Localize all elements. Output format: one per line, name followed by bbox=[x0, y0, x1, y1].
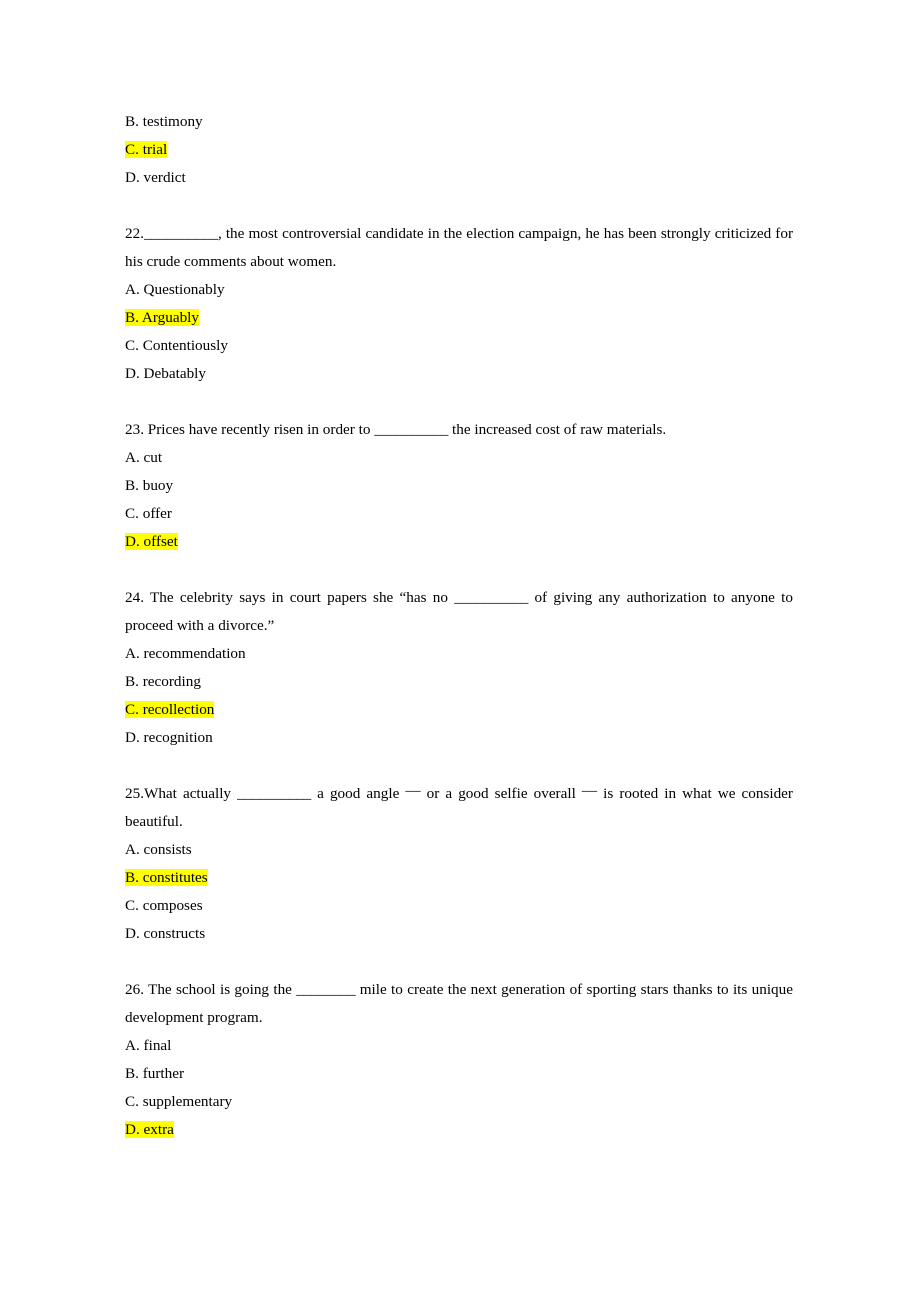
question-stem: 26. The school is going the ________ mil… bbox=[125, 976, 793, 1032]
option-label: A. final bbox=[125, 1037, 172, 1054]
answer-blank: __________ bbox=[454, 589, 529, 606]
option-row: A. Questionably bbox=[125, 276, 793, 304]
answer-blank: ________ bbox=[296, 981, 356, 998]
option-row: D. offset bbox=[125, 528, 793, 556]
option-row: B. Arguably bbox=[125, 304, 793, 332]
question-stem-text: , the most controversial candidate in th… bbox=[125, 225, 793, 270]
option-row: C. recollection bbox=[125, 696, 793, 724]
question-number: 26. The school is going the bbox=[125, 981, 297, 998]
continued-question-options: B. testimony C. trial D. verdict bbox=[125, 108, 793, 192]
option-row: D. Debatably bbox=[125, 360, 793, 388]
option-row: D. constructs bbox=[125, 920, 793, 948]
question-number: 23. Prices have recently risen in order … bbox=[125, 421, 375, 438]
option-row: C. trial bbox=[125, 136, 793, 164]
option-label: C. supplementary bbox=[125, 1093, 233, 1110]
option-label: C. composes bbox=[125, 897, 203, 914]
option-label: D. constructs bbox=[125, 925, 206, 942]
text-column: B. testimony C. trial D. verdict 22.____… bbox=[125, 108, 793, 1144]
question-block-24: 24. The celebrity says in court papers s… bbox=[125, 584, 793, 752]
option-label: B. testimony bbox=[125, 113, 203, 130]
question-number: 22. bbox=[125, 225, 144, 242]
option-row: A. final bbox=[125, 1032, 793, 1060]
question-stem-text: or a good selfie overall bbox=[420, 785, 582, 802]
question-stem: 23. Prices have recently risen in order … bbox=[125, 416, 793, 444]
option-label: C. trial bbox=[125, 141, 168, 158]
option-row: D. recognition bbox=[125, 724, 793, 752]
question-stem: 25.What actually __________ a good angle… bbox=[125, 780, 793, 836]
option-label: D. recognition bbox=[125, 729, 213, 746]
option-label: D. extra bbox=[125, 1121, 174, 1138]
option-label: B. further bbox=[125, 1065, 185, 1082]
question-stem: 24. The celebrity says in court papers s… bbox=[125, 584, 793, 640]
option-row: C. supplementary bbox=[125, 1088, 793, 1116]
option-label: D. offset bbox=[125, 533, 178, 550]
option-row: A. recommendation bbox=[125, 640, 793, 668]
option-row: C. Contentiously bbox=[125, 332, 793, 360]
option-row: C. offer bbox=[125, 500, 793, 528]
question-stem-text: a good angle bbox=[311, 785, 406, 802]
option-row: D. extra bbox=[125, 1116, 793, 1144]
option-row: B. recording bbox=[125, 668, 793, 696]
option-row: A. consists bbox=[125, 836, 793, 864]
option-label: B. recording bbox=[125, 673, 201, 690]
option-row: A. cut bbox=[125, 444, 793, 472]
option-label: C. offer bbox=[125, 505, 172, 522]
question-number: 24. The celebrity says in court papers s… bbox=[125, 589, 455, 606]
option-label: B. Arguably bbox=[125, 309, 199, 326]
option-row: B. testimony bbox=[125, 108, 793, 136]
option-label: B. constitutes bbox=[125, 869, 208, 886]
option-label: A. consists bbox=[125, 841, 192, 858]
answer-blank: __________ bbox=[237, 785, 312, 802]
option-row: D. verdict bbox=[125, 164, 793, 192]
question-block-26: 26. The school is going the ________ mil… bbox=[125, 976, 793, 1144]
em-dash-icon: — bbox=[581, 782, 598, 800]
option-label: A. Questionably bbox=[125, 281, 225, 298]
option-label: B. buoy bbox=[125, 477, 174, 494]
option-label: A. cut bbox=[125, 449, 163, 466]
answer-blank: __________ bbox=[143, 225, 218, 242]
option-label: D. verdict bbox=[125, 169, 186, 186]
em-dash-icon: — bbox=[405, 782, 421, 800]
option-row: C. composes bbox=[125, 892, 793, 920]
answer-blank: __________ bbox=[374, 421, 449, 438]
question-number: 25.What actually bbox=[125, 785, 238, 802]
option-label: D. Debatably bbox=[125, 365, 206, 382]
option-label: A. recommendation bbox=[125, 645, 246, 662]
option-label: C. Contentiously bbox=[125, 337, 228, 354]
option-label: C. recollection bbox=[125, 701, 215, 718]
question-block-23: 23. Prices have recently risen in order … bbox=[125, 416, 793, 556]
question-block-25: 25.What actually __________ a good angle… bbox=[125, 780, 793, 948]
option-row: B. buoy bbox=[125, 472, 793, 500]
question-block-22: 22.__________, the most controversial ca… bbox=[125, 220, 793, 388]
document-page: B. testimony C. trial D. verdict 22.____… bbox=[0, 0, 920, 1302]
option-row: B. further bbox=[125, 1060, 793, 1088]
question-stem: 22.__________, the most controversial ca… bbox=[125, 220, 793, 276]
question-stem-text: the increased cost of raw materials. bbox=[448, 421, 667, 438]
option-row: B. constitutes bbox=[125, 864, 793, 892]
